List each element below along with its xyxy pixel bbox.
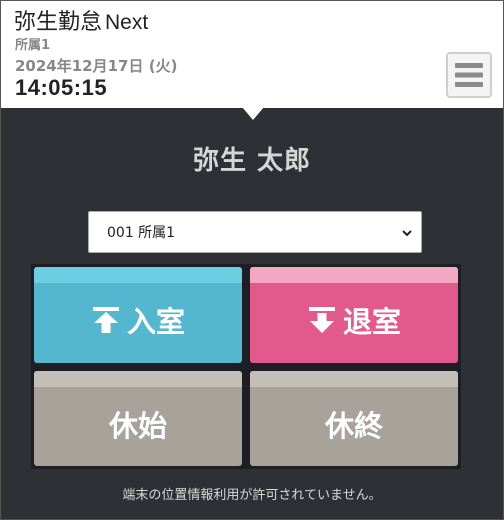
menu-button[interactable] [446, 52, 492, 98]
current-time: 14:05:15 [15, 75, 108, 100]
button-topband [34, 371, 242, 387]
button-topband [250, 267, 458, 283]
break-end-button[interactable]: 休終 [250, 371, 458, 466]
header-pointer [242, 107, 264, 120]
app-title-en: Next [105, 11, 149, 34]
break-start-label: 休始 [108, 408, 167, 443]
hamburger-menu-icon [455, 63, 483, 87]
chevron-down-icon [402, 230, 412, 237]
arrow-up-icon [92, 307, 119, 333]
clock-out-label: 退室 [342, 305, 401, 339]
clock-in-content: 入室 [91, 299, 185, 341]
affiliation-label: 所属1 [15, 38, 51, 53]
header: 弥生勤怠 Next 所属1 2024年12月17日 (火) 14:05:15 [1, 1, 503, 108]
clock-out-button[interactable]: 退室 [250, 267, 458, 363]
arrow-down-icon [308, 307, 335, 333]
app-title: 弥生勤怠 Next [14, 9, 148, 37]
current-date: 2024年12月17日 (火) [15, 57, 178, 75]
clock-out-content: 退室 [307, 299, 401, 341]
affiliation-select-value: 001 所属1 [107, 225, 176, 241]
punch-button-grid: 入室 退室 休始 休終 [31, 264, 461, 469]
clock-in-button[interactable]: 入室 [34, 267, 242, 363]
app-frame: 弥生勤怠 Next 所属1 2024年12月17日 (火) 14:05:15 弥生… [0, 0, 504, 520]
button-topband [34, 267, 242, 283]
location-notice: 端末の位置情報利用が許可されていません。 [122, 488, 382, 503]
break-end-label: 休終 [324, 408, 383, 443]
affiliation-select[interactable]: 001 所属1 [88, 211, 422, 253]
button-topband [250, 371, 458, 387]
break-start-content: 休始 [109, 403, 167, 445]
app-title-jp: 弥生勤怠 [14, 10, 103, 35]
break-start-button[interactable]: 休始 [34, 371, 242, 466]
user-name: 弥生 太郎 [192, 146, 312, 176]
clock-in-label: 入室 [126, 305, 185, 339]
break-end-content: 休終 [325, 403, 383, 445]
